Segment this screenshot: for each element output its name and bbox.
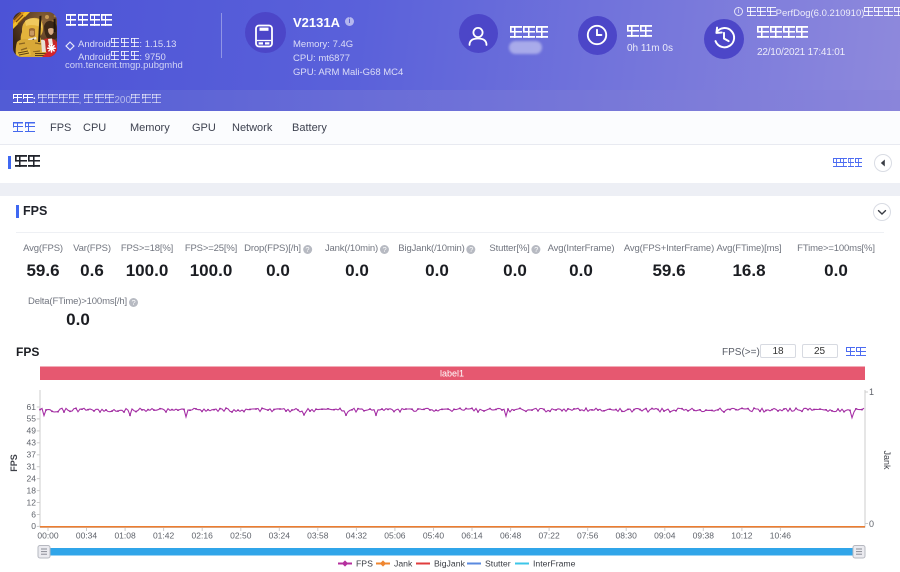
svg-text:31: 31: [27, 462, 37, 472]
svg-text:FPS: FPS: [356, 559, 373, 569]
svg-text:55: 55: [27, 414, 37, 424]
svg-text:07:22: 07:22: [538, 531, 560, 541]
svg-text:09:04: 09:04: [654, 531, 676, 541]
svg-text:Jank: Jank: [394, 559, 413, 569]
svg-text:06:14: 06:14: [461, 531, 483, 541]
svg-text:37: 37: [27, 450, 37, 460]
svg-text:24: 24: [27, 473, 37, 483]
svg-text:0: 0: [869, 519, 874, 529]
svg-text:6: 6: [31, 509, 36, 519]
svg-text:Stutter: Stutter: [485, 559, 511, 569]
svg-text:10:12: 10:12: [731, 531, 753, 541]
svg-text:61: 61: [27, 402, 37, 412]
svg-text:18: 18: [27, 485, 37, 495]
svg-text:49: 49: [27, 426, 37, 436]
svg-text:BigJank: BigJank: [434, 559, 466, 569]
svg-text:01:42: 01:42: [153, 531, 175, 541]
svg-text:00:00: 00:00: [37, 531, 59, 541]
svg-text:10:46: 10:46: [770, 531, 792, 541]
svg-text:1: 1: [869, 387, 874, 397]
svg-text:FPS: FPS: [9, 454, 19, 472]
svg-text:InterFrame: InterFrame: [533, 559, 576, 569]
svg-text:02:16: 02:16: [192, 531, 214, 541]
svg-text:05:06: 05:06: [384, 531, 406, 541]
svg-text:05:40: 05:40: [423, 531, 445, 541]
svg-text:09:38: 09:38: [693, 531, 715, 541]
svg-text:00:34: 00:34: [76, 531, 98, 541]
svg-text:08:30: 08:30: [616, 531, 638, 541]
svg-text:06:48: 06:48: [500, 531, 522, 541]
svg-text:Jank: Jank: [882, 450, 892, 470]
svg-text:43: 43: [27, 438, 37, 448]
svg-text:07:56: 07:56: [577, 531, 599, 541]
svg-text:12: 12: [27, 497, 37, 507]
svg-text:04:32: 04:32: [346, 531, 368, 541]
svg-text:01:08: 01:08: [114, 531, 136, 541]
svg-text:label1: label1: [440, 368, 464, 378]
svg-text:03:24: 03:24: [269, 531, 291, 541]
svg-text:02:50: 02:50: [230, 531, 252, 541]
svg-text:0: 0: [31, 521, 36, 531]
svg-text:03:58: 03:58: [307, 531, 329, 541]
